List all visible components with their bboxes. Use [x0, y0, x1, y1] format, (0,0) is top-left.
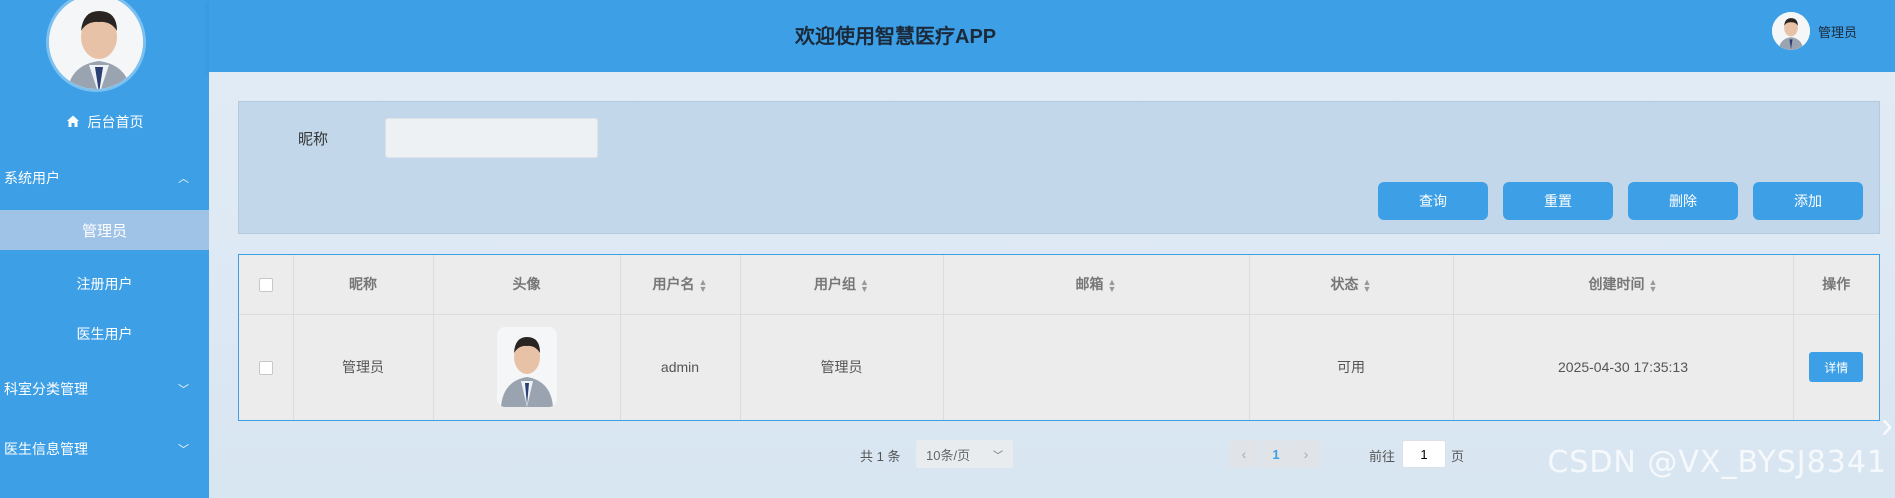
- next-page-button[interactable]: ›: [1291, 440, 1321, 468]
- main-content: 昵称 查询 重置 删除 添加 昵称 头像 用户名 ▲ ▼ 用户组 ▲ ▼ 邮箱 …: [209, 72, 1895, 498]
- column-header-avatar: 头像: [433, 255, 621, 315]
- column-header-username[interactable]: 用户名 ▲ ▼: [620, 255, 741, 315]
- group-label: 科室分类管理: [4, 381, 88, 397]
- detail-button[interactable]: 详情: [1809, 352, 1864, 383]
- sidebar-item-admin[interactable]: 管理员: [0, 210, 209, 250]
- data-table: 昵称 头像 用户名 ▲ ▼ 用户组 ▲ ▼ 邮箱 ▲ ▼ 状态 ▲ ▼ 创建时间…: [238, 254, 1880, 421]
- chevron-down-icon: ﹀: [993, 450, 1003, 462]
- chevron-up-icon: ︿: [178, 173, 189, 185]
- avatar: [496, 327, 557, 408]
- sidebar-group-doctor-info[interactable]: 医生信息管理 ﹀: [0, 429, 209, 469]
- sort-icon[interactable]: ▲ ▼: [699, 277, 708, 293]
- column-header-created[interactable]: 创建时间 ▲ ▼: [1453, 255, 1794, 315]
- sidebar-group-system-users[interactable]: 系统用户 ︿: [0, 158, 209, 198]
- delete-button[interactable]: 删除: [1628, 182, 1738, 220]
- sort-icon[interactable]: ▲ ▼: [1649, 277, 1658, 293]
- cell-actions: 详情: [1793, 314, 1879, 420]
- column-header-email[interactable]: 邮箱 ▲ ▼: [943, 255, 1250, 315]
- top-header: 欢迎使用智慧医疗APP 管理员: [209, 0, 1895, 72]
- page-size-value: 10条/页: [926, 447, 971, 463]
- sort-icon[interactable]: ▲ ▼: [860, 277, 869, 293]
- goto-label: 前往: [1369, 449, 1396, 464]
- nickname-search-input[interactable]: [385, 118, 598, 158]
- home-icon: [66, 114, 80, 131]
- avatar: [1771, 12, 1810, 50]
- sort-icon[interactable]: ▲ ▼: [1363, 277, 1372, 293]
- chevron-left-icon: ‹: [1241, 446, 1247, 462]
- cell-username: admin: [620, 314, 741, 420]
- page-size-select[interactable]: 10条/页 ﹀: [916, 440, 1013, 468]
- sidebar-home-link[interactable]: 后台首页: [0, 108, 209, 136]
- row-checkbox[interactable]: [258, 361, 273, 376]
- cell-status: 可用: [1249, 314, 1454, 420]
- sidebar-avatar: [46, 0, 146, 92]
- select-all-cell: [239, 255, 294, 315]
- cell-avatar: [433, 314, 621, 420]
- chevron-down-icon: ﹀: [178, 384, 189, 396]
- page-title: 欢迎使用智慧医疗APP: [795, 26, 997, 48]
- column-header-status[interactable]: 状态 ▲ ▼: [1249, 255, 1454, 315]
- page-suffix-label: 页: [1451, 449, 1465, 464]
- cell-group: 管理员: [740, 314, 944, 420]
- reset-button[interactable]: 重置: [1503, 182, 1613, 220]
- home-label: 后台首页: [87, 114, 144, 130]
- cell-nickname: 管理员: [293, 314, 434, 420]
- page-number-current[interactable]: 1: [1261, 440, 1291, 468]
- add-button[interactable]: 添加: [1753, 182, 1863, 220]
- prev-page-button[interactable]: ‹: [1229, 440, 1259, 468]
- goto-page-input[interactable]: [1402, 440, 1446, 468]
- cell-created: 2025-04-30 17:35:13: [1453, 314, 1794, 420]
- sort-icon[interactable]: ▲ ▼: [1108, 277, 1117, 293]
- sidebar-item-registered-users[interactable]: 注册用户: [0, 264, 209, 304]
- group-label: 系统用户: [4, 170, 60, 186]
- sidebar-item-label: 医生用户: [76, 326, 133, 342]
- select-all-checkbox[interactable]: [258, 278, 273, 293]
- header-user-label: 管理员: [1817, 24, 1857, 40]
- search-panel: 昵称 查询 重置 删除 添加: [238, 101, 1880, 234]
- cell-email: [943, 314, 1250, 420]
- sidebar-item-doctor-users[interactable]: 医生用户: [0, 314, 209, 354]
- group-label: 医生信息管理: [4, 441, 88, 457]
- query-button[interactable]: 查询: [1378, 182, 1488, 220]
- column-header-actions: 操作: [1793, 255, 1879, 315]
- search-label: 昵称: [298, 131, 329, 148]
- chevron-right-icon: ›: [1303, 446, 1309, 462]
- sidebar-item-label: 管理员: [81, 222, 127, 240]
- sidebar-item-label: 注册用户: [76, 276, 133, 292]
- row-select-cell: [239, 314, 294, 420]
- column-header-group[interactable]: 用户组 ▲ ▼: [740, 255, 944, 315]
- chevron-right-icon[interactable]: ›: [1881, 404, 1893, 446]
- header-user-menu[interactable]: 管理员: [1771, 12, 1857, 50]
- column-header-nickname: 昵称: [293, 255, 434, 315]
- table-row: 管理员 admin 管理员 可用 2025-04-30 17:35:13 详情: [239, 314, 1879, 420]
- sidebar: 后台首页 系统用户 ︿ 管理员 注册用户 医生用户 科室分类管理 ﹀ 医生信息管…: [0, 0, 209, 498]
- pagination-total: 共 1 条: [860, 449, 901, 464]
- watermark: CSDN @VX_BYSJ8341: [1547, 445, 1887, 480]
- sidebar-group-department[interactable]: 科室分类管理 ﹀: [0, 369, 209, 409]
- table-header-row: 昵称 头像 用户名 ▲ ▼ 用户组 ▲ ▼ 邮箱 ▲ ▼ 状态 ▲ ▼ 创建时间…: [239, 255, 1879, 315]
- chevron-down-icon: ﹀: [178, 444, 189, 456]
